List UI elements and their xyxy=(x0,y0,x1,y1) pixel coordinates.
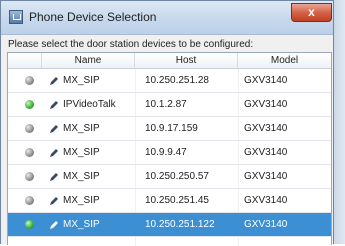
edit-pencil-icon[interactable] xyxy=(49,172,59,182)
dialog-window: Phone Device Selection x Please select t… xyxy=(0,0,334,246)
device-model-cell: GXV3140 xyxy=(244,219,288,230)
window-title: Phone Device Selection xyxy=(29,10,157,24)
table-header: Name Host Model xyxy=(8,53,331,69)
device-model-cell: GXV3140 xyxy=(244,75,288,86)
table-row[interactable]: MX_SIP 10.250.250.57 GXV3140 xyxy=(8,165,331,189)
column-header-name[interactable]: Name xyxy=(42,53,135,68)
device-name-cell: MX_SIP xyxy=(63,123,100,134)
device-host-cell: 10.250.250.57 xyxy=(145,171,209,182)
edit-pencil-icon[interactable] xyxy=(49,148,59,158)
status-dot-icon xyxy=(25,172,34,181)
edit-pencil-icon[interactable] xyxy=(49,100,59,110)
table-row[interactable]: MX_SIP 10.9.17.159 GXV3140 xyxy=(8,117,331,141)
table-row[interactable]: IPVideoTalk 10.1.2.87 GXV3140 xyxy=(8,93,331,117)
device-model-cell: GXV3140 xyxy=(244,123,288,134)
table-row[interactable]: MX_SIP 10.9.9.47 GXV3140 xyxy=(8,141,331,165)
edit-pencil-icon[interactable] xyxy=(49,76,59,86)
column-header-model[interactable]: Model xyxy=(238,53,331,68)
device-model-cell: GXV3140 xyxy=(244,147,288,158)
device-name-cell: IPVideoTalk xyxy=(63,99,116,110)
device-name-cell: MX_SIP xyxy=(63,171,100,182)
device-host-cell: 10.9.17.159 xyxy=(145,123,198,134)
table-row[interactable]: MX_SIP 10.250.251.122 GXV3140 xyxy=(8,213,331,237)
device-name-cell: MX_SIP xyxy=(63,75,100,86)
status-dot-icon xyxy=(25,148,34,157)
close-button[interactable]: x xyxy=(291,3,332,22)
instruction-text: Please select the door station devices t… xyxy=(8,39,254,50)
status-dot-icon xyxy=(25,124,34,133)
device-name-cell: MX_SIP xyxy=(63,147,100,158)
device-host-cell: 10.250.251.122 xyxy=(145,219,215,230)
device-name-cell: MX_SIP xyxy=(63,219,100,230)
device-name-cell: MX_SIP xyxy=(63,195,100,206)
device-host-cell: 10.9.9.47 xyxy=(145,147,187,158)
status-dot-icon xyxy=(25,220,34,229)
device-host-cell: 10.250.251.28 xyxy=(145,75,209,86)
edit-pencil-icon[interactable] xyxy=(49,124,59,134)
device-model-cell: GXV3140 xyxy=(244,195,288,206)
device-host-cell: 10.250.251.45 xyxy=(145,195,209,206)
device-table: Name Host Model MX_SIP 10.250.251.28 GXV31… xyxy=(7,52,332,246)
column-header-status[interactable] xyxy=(8,53,42,68)
device-model-cell: GXV3140 xyxy=(244,99,288,110)
status-dot-icon xyxy=(25,76,34,85)
app-window-icon xyxy=(9,10,23,24)
status-dot-icon xyxy=(25,196,34,205)
device-model-cell: GXV3140 xyxy=(244,171,288,182)
desktop-background xyxy=(333,0,345,244)
column-header-host[interactable]: Host xyxy=(135,53,238,68)
table-row[interactable]: MX_SIP 10.250.251.28 GXV3140 xyxy=(8,69,331,93)
edit-pencil-icon[interactable] xyxy=(49,220,59,230)
table-row[interactable]: MX_SIP 10.250.251.45 GXV3140 xyxy=(8,189,331,213)
status-dot-icon xyxy=(25,100,34,109)
title-bar[interactable]: Phone Device Selection x xyxy=(1,1,333,35)
device-host-cell: 10.1.2.87 xyxy=(145,99,187,110)
edit-pencil-icon[interactable] xyxy=(49,196,59,206)
